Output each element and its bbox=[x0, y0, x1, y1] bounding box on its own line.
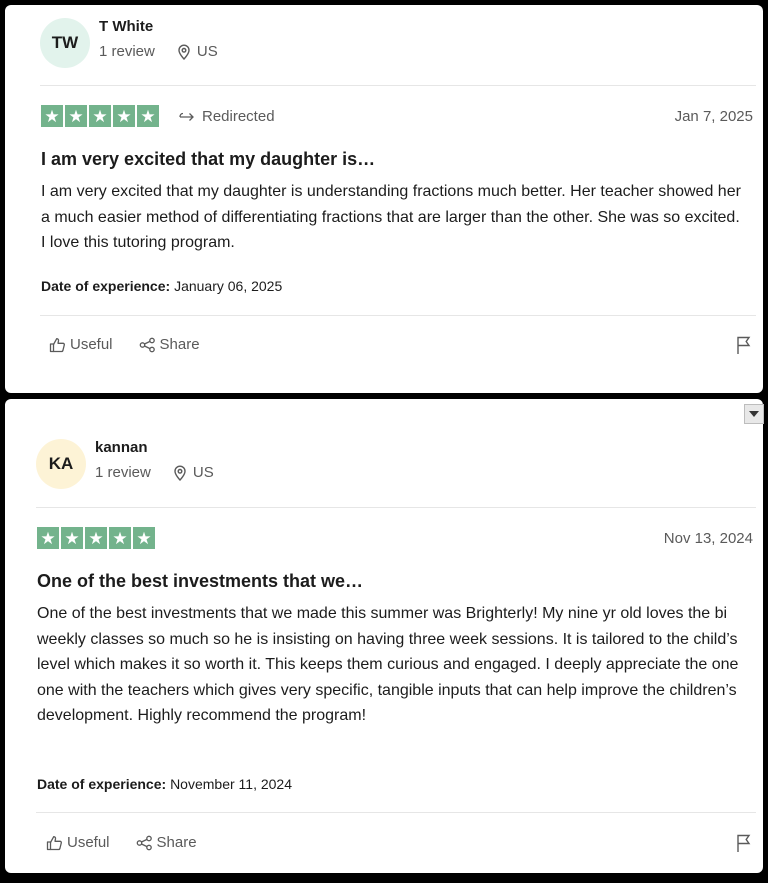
useful-label: Useful bbox=[67, 834, 110, 851]
reviewer-country: US bbox=[177, 43, 218, 60]
share-button[interactable]: Share bbox=[136, 834, 197, 851]
reviewer-name[interactable]: T White bbox=[99, 18, 218, 37]
share-label: Share bbox=[159, 336, 200, 353]
country-label: US bbox=[192, 464, 214, 481]
share-label: Share bbox=[156, 834, 197, 851]
divider bbox=[40, 315, 756, 316]
divider bbox=[36, 812, 756, 813]
review-actions: Useful Share bbox=[46, 834, 223, 851]
divider bbox=[40, 85, 756, 86]
scroll-down-button[interactable] bbox=[744, 404, 764, 424]
share-button[interactable]: Share bbox=[139, 336, 200, 353]
reviewer-name[interactable]: kannan bbox=[95, 439, 214, 458]
reviewer: KA kannan 1 review US bbox=[36, 439, 214, 489]
star-icon: ★ bbox=[133, 527, 155, 549]
date-of-experience: Date of experience: January 06, 2025 bbox=[41, 278, 282, 294]
avatar[interactable]: TW bbox=[40, 18, 90, 68]
review-body: One of the best investments that we made… bbox=[37, 605, 739, 724]
star-icon: ★ bbox=[113, 105, 135, 127]
review-card: TW T White 1 review US ★ ★ ★ ★ ★ Redirec… bbox=[5, 5, 763, 393]
redirect-arrow-icon bbox=[179, 112, 194, 121]
caret-down-icon bbox=[749, 411, 759, 417]
reviewer: TW T White 1 review US bbox=[40, 18, 218, 68]
share-icon bbox=[136, 835, 152, 850]
star-rating: ★ ★ ★ ★ ★ bbox=[37, 527, 155, 549]
review-count: 1 review bbox=[99, 43, 155, 60]
star-icon: ★ bbox=[41, 105, 63, 127]
country-label: US bbox=[196, 43, 218, 60]
review-card: KA kannan 1 review US ★ ★ ★ ★ ★ Nov 13, … bbox=[5, 399, 763, 873]
review-title[interactable]: I am very excited that my daughter is… bbox=[41, 149, 375, 170]
star-icon: ★ bbox=[137, 105, 159, 127]
redirected-badge[interactable]: Redirected bbox=[179, 108, 275, 125]
review-title[interactable]: One of the best investments that we… bbox=[37, 571, 363, 592]
experience-label: Date of experience: bbox=[37, 776, 167, 792]
divider bbox=[36, 507, 756, 508]
share-icon bbox=[139, 337, 155, 352]
flag-icon[interactable] bbox=[736, 336, 752, 355]
useful-label: Useful bbox=[70, 336, 113, 353]
avatar[interactable]: KA bbox=[36, 439, 86, 489]
star-icon: ★ bbox=[65, 105, 87, 127]
useful-button[interactable]: Useful bbox=[46, 834, 110, 851]
redirected-label: Redirected bbox=[202, 107, 275, 125]
thumbs-up-icon bbox=[49, 337, 65, 352]
flag-icon[interactable] bbox=[736, 834, 752, 853]
star-icon: ★ bbox=[85, 527, 107, 549]
reviewer-country: US bbox=[173, 464, 214, 481]
star-icon: ★ bbox=[109, 527, 131, 549]
review-date: Jan 7, 2025 bbox=[674, 108, 753, 125]
review-date: Nov 13, 2024 bbox=[663, 530, 753, 547]
rating-row: ★ ★ ★ ★ ★ bbox=[37, 527, 155, 549]
review-actions: Useful Share bbox=[49, 336, 226, 353]
rating-row: ★ ★ ★ ★ ★ Redirected bbox=[41, 105, 275, 127]
star-icon: ★ bbox=[37, 527, 59, 549]
useful-button[interactable]: Useful bbox=[49, 336, 113, 353]
experience-label: Date of experience: bbox=[41, 278, 171, 294]
review-body: I am very excited that my daughter is un… bbox=[41, 183, 741, 251]
location-pin-icon bbox=[174, 465, 186, 481]
experience-date: November 11, 2024 bbox=[170, 776, 292, 792]
star-icon: ★ bbox=[61, 527, 83, 549]
star-rating: ★ ★ ★ ★ ★ bbox=[41, 105, 159, 127]
star-icon: ★ bbox=[89, 105, 111, 127]
thumbs-up-icon bbox=[46, 835, 62, 850]
date-of-experience: Date of experience: November 11, 2024 bbox=[37, 776, 292, 792]
location-pin-icon bbox=[178, 44, 190, 60]
review-count: 1 review bbox=[95, 464, 151, 481]
experience-date: January 06, 2025 bbox=[174, 278, 283, 294]
